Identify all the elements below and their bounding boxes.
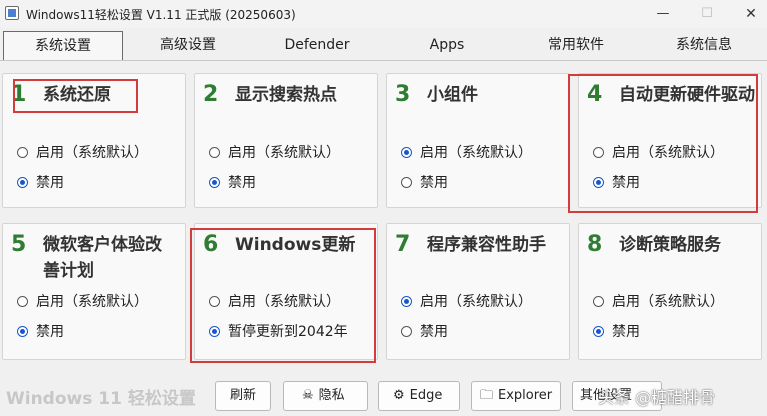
radio-button[interactable]: [17, 326, 28, 337]
card-title: 程序兼容性助手: [427, 235, 546, 255]
maximize-button[interactable]: ☐: [684, 0, 730, 28]
radio-button[interactable]: [401, 326, 412, 337]
tab-system-info[interactable]: 系统信息: [644, 31, 764, 60]
card-widgets: 3 小组件 启用（系统默认） 禁用: [386, 73, 570, 208]
watermark: 头条 @糖醋排骨: [598, 388, 716, 407]
disable-option[interactable]: 禁用: [401, 322, 448, 342]
card-number: 2: [203, 82, 219, 107]
enable-option[interactable]: 启用（系统默认）: [17, 143, 148, 163]
disable-option[interactable]: 禁用: [209, 173, 256, 193]
card-number: 8: [587, 232, 603, 257]
card-title: 小组件: [427, 85, 478, 105]
radio-button[interactable]: [593, 296, 604, 307]
app-icon: [5, 6, 19, 20]
highlight-box: [190, 228, 376, 363]
disable-option[interactable]: 禁用: [17, 322, 64, 342]
disable-option[interactable]: 禁用: [17, 173, 64, 193]
radio-button[interactable]: [209, 177, 220, 188]
privacy-button[interactable]: ☠ 隐私: [283, 381, 368, 411]
skull-icon: ☠: [302, 388, 314, 403]
radio-button[interactable]: [17, 177, 28, 188]
enable-option[interactable]: 启用（系统默认）: [17, 292, 148, 312]
card-compat-assistant: 7 程序兼容性助手 启用（系统默认） 禁用: [386, 223, 570, 360]
window-title: Windows11轻松设置 V1.11 正式版 (20250603): [26, 8, 296, 22]
radio-button[interactable]: [401, 147, 412, 158]
radio-button[interactable]: [401, 296, 412, 307]
folder-icon: 🗀: [480, 388, 494, 403]
brand-label: Windows 11 轻松设置: [6, 389, 196, 409]
close-button[interactable]: ✕: [728, 0, 767, 28]
minimize-button[interactable]: —: [640, 0, 686, 28]
card-number: 3: [395, 82, 411, 107]
radio-button[interactable]: [401, 177, 412, 188]
highlight-box: [13, 79, 138, 113]
disable-option[interactable]: 禁用: [593, 322, 640, 342]
card-title: 诊断策略服务: [619, 235, 721, 255]
card-number: 7: [395, 232, 411, 257]
tab-divider: [0, 60, 767, 61]
highlight-box: [568, 74, 758, 213]
card-number: 5: [11, 232, 27, 257]
card-title: 显示搜索热点: [235, 85, 337, 105]
radio-button[interactable]: [17, 147, 28, 158]
card-customer-experience: 5 微软客户体验改善计划 启用（系统默认） 禁用: [2, 223, 186, 360]
enable-option[interactable]: 启用（系统默认）: [209, 143, 340, 163]
enable-option[interactable]: 启用（系统默认）: [401, 292, 532, 312]
tab-bar: 系统设置 高级设置 Defender Apps 常用软件 系统信息: [0, 29, 767, 61]
refresh-button[interactable]: 刷新: [215, 381, 271, 411]
tab-common-software[interactable]: 常用软件: [514, 31, 638, 60]
edge-button[interactable]: ⚙ Edge: [378, 381, 460, 411]
radio-button[interactable]: [17, 296, 28, 307]
card-title: 微软客户体验改善计划: [43, 235, 162, 281]
radio-button[interactable]: [593, 326, 604, 337]
title-bar: Windows11轻松设置 V1.11 正式版 (20250603) — ☐ ✕: [0, 0, 767, 28]
enable-option[interactable]: 启用（系统默认）: [593, 292, 724, 312]
radio-button[interactable]: [209, 147, 220, 158]
disable-option[interactable]: 禁用: [401, 173, 448, 193]
tab-system-settings[interactable]: 系统设置: [3, 31, 123, 60]
card-search-highlights: 2 显示搜索热点 启用（系统默认） 禁用: [194, 73, 378, 208]
tab-advanced-settings[interactable]: 高级设置: [128, 31, 248, 60]
explorer-button[interactable]: 🗀 Explorer: [471, 381, 561, 411]
gear-icon: ⚙: [393, 388, 405, 403]
enable-option[interactable]: 启用（系统默认）: [401, 143, 532, 163]
card-diagnostic-policy: 8 诊断策略服务 启用（系统默认） 禁用: [578, 223, 762, 360]
tab-apps[interactable]: Apps: [385, 31, 509, 60]
tab-defender[interactable]: Defender: [255, 31, 379, 60]
